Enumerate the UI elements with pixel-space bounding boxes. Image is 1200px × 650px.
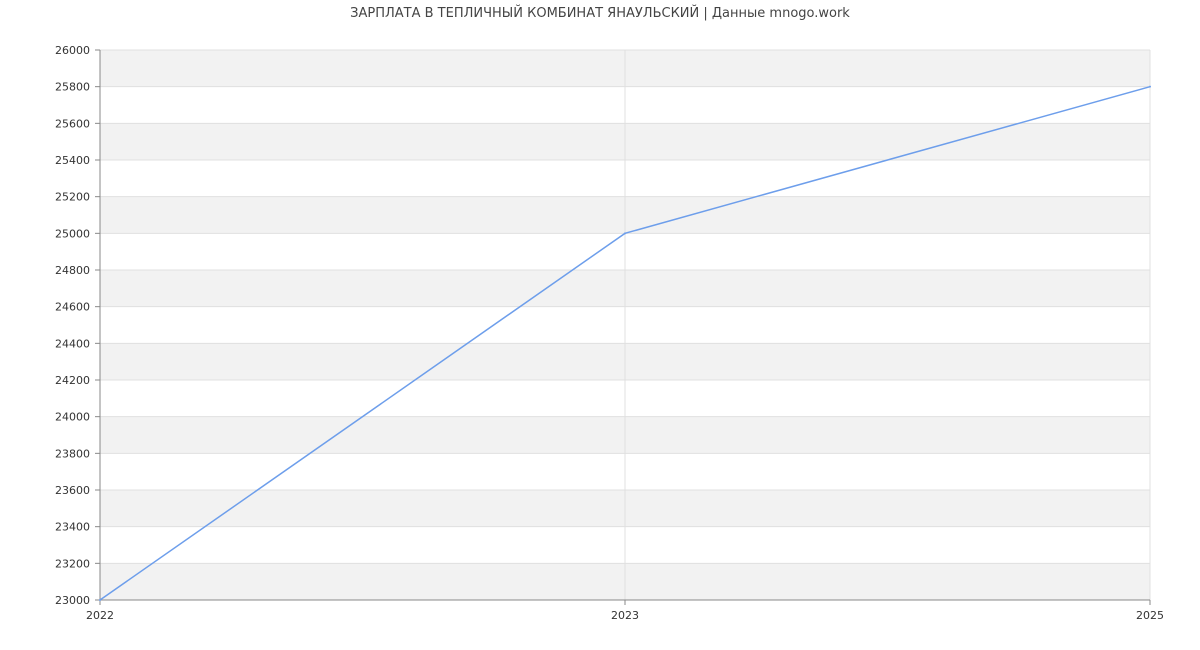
x-tick-label: 2022 [86, 609, 114, 622]
line-chart: 23000 23200 23400 23600 23800 24000 24200 24400… [55, 44, 1164, 622]
y-tick-label: 23000 [55, 594, 90, 607]
y-tick-label: 23400 [55, 521, 90, 534]
x-axis-tick-labels: 2022 2023 2025 [86, 609, 1164, 622]
y-tick-label: 24400 [55, 337, 90, 350]
y-tick-label: 25800 [55, 81, 90, 94]
data-point [99, 599, 101, 601]
y-tick-label: 24600 [55, 301, 90, 314]
y-tick-label: 24200 [55, 374, 90, 387]
y-tick-label: 25000 [55, 227, 90, 240]
y-tick-label: 25200 [55, 191, 90, 204]
y-tick-label: 24800 [55, 264, 90, 277]
x-tick-label: 2025 [1136, 609, 1164, 622]
y-tick-label: 23600 [55, 484, 90, 497]
data-point [624, 232, 626, 235]
data-point [1149, 85, 1151, 88]
y-tick-label: 23200 [55, 557, 90, 570]
y-tick-label: 24000 [55, 411, 90, 424]
y-tick-label: 25400 [55, 154, 90, 167]
y-tick-label: 26000 [55, 44, 90, 57]
y-axis-tick-labels: 23000 23200 23400 23600 23800 24000 24200 24400… [55, 44, 90, 607]
y-tick-label: 25600 [55, 117, 90, 130]
y-tick-label: 23800 [55, 447, 90, 460]
x-tick-label: 2023 [611, 609, 639, 622]
